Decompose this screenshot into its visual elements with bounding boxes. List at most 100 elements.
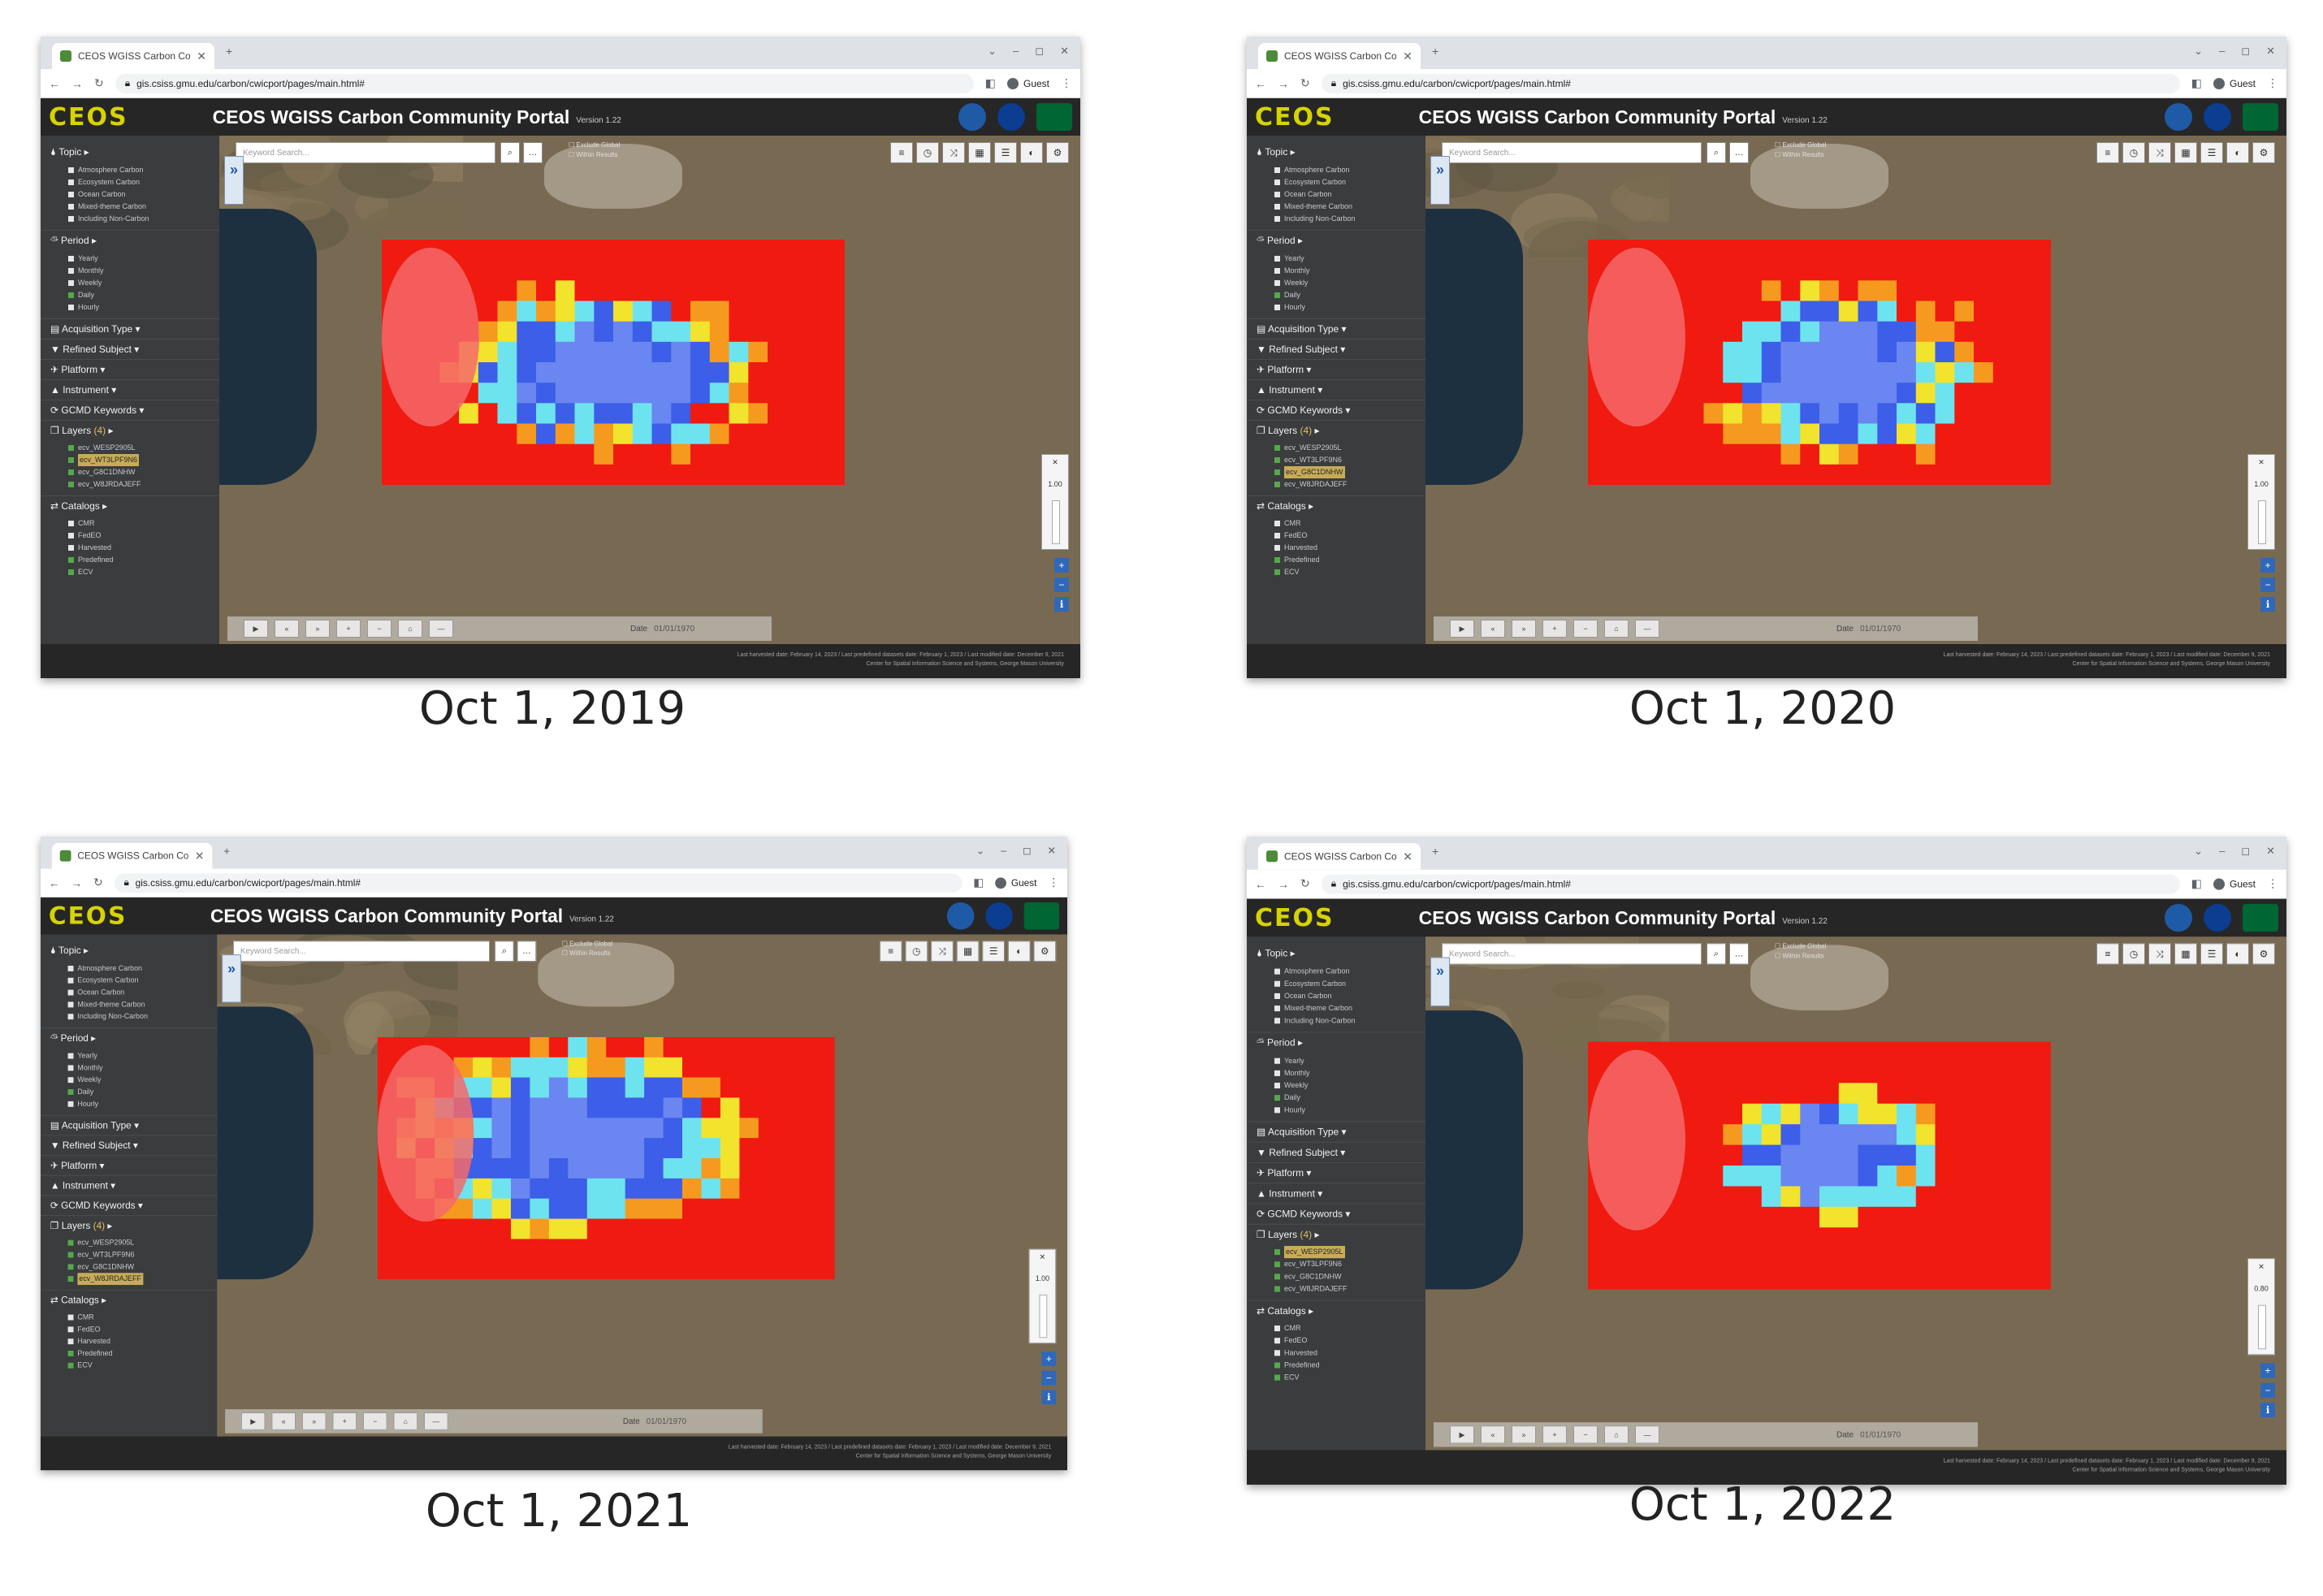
checkbox[interactable] bbox=[1274, 545, 1280, 551]
checkbox[interactable] bbox=[1274, 1006, 1280, 1012]
zoom-in-button[interactable]: + bbox=[2260, 1363, 2275, 1378]
sidebar-section-gcmd[interactable]: ⟳ GCMD Keywords ▾ bbox=[1247, 400, 1425, 420]
layers-icon[interactable]: ☰ bbox=[2200, 943, 2223, 965]
time-slider[interactable]: ▶ « » + − ⌂ — Date 01/01/1970 bbox=[1434, 1422, 1978, 1447]
checkbox[interactable] bbox=[1274, 968, 1280, 975]
checkbox[interactable] bbox=[67, 1053, 74, 1059]
home-icon[interactable]: ⌂ bbox=[1604, 620, 1629, 638]
chevron-down-icon[interactable]: ⌄ bbox=[2194, 845, 2203, 858]
opacity-slider[interactable]: ✕ 1.00 bbox=[1028, 1248, 1057, 1344]
info-button[interactable]: ℹ bbox=[1041, 1390, 1057, 1405]
list-item[interactable]: Monthly bbox=[1274, 1067, 1425, 1079]
checkbox[interactable] bbox=[1274, 1107, 1280, 1114]
more-button[interactable]: … bbox=[1729, 943, 1749, 965]
step-forward-icon[interactable]: » bbox=[301, 1412, 327, 1430]
checkbox[interactable] bbox=[68, 445, 74, 451]
list-item[interactable]: Yearly bbox=[1274, 1055, 1425, 1067]
checkbox[interactable] bbox=[68, 216, 74, 222]
list-item[interactable]: FedEO bbox=[1274, 1334, 1425, 1347]
back-icon[interactable]: ← bbox=[1255, 877, 1266, 890]
list-item[interactable]: Monthly bbox=[68, 265, 219, 277]
sidebar-section-platform[interactable]: ✈︎ Platform ▾ bbox=[1247, 1161, 1425, 1183]
checkbox[interactable] bbox=[1274, 533, 1280, 538]
sidebar-toggle-icon[interactable]: ◧ bbox=[985, 76, 996, 90]
sidebar-section-refined-subject[interactable]: ▼ Refined Subject ▾ bbox=[41, 339, 219, 359]
checkbox[interactable] bbox=[67, 1001, 74, 1008]
checkbox[interactable] bbox=[68, 179, 74, 185]
search-button[interactable]: ⌕ bbox=[494, 941, 514, 962]
list-item[interactable]: CMR bbox=[1274, 1322, 1425, 1334]
checkbox[interactable] bbox=[1274, 482, 1280, 487]
menu-icon[interactable]: ⋮ bbox=[2267, 76, 2278, 90]
noaa-logo[interactable] bbox=[958, 103, 986, 131]
sidebar-section-acquisition[interactable]: ▤ Acquisition Type ▾ bbox=[41, 318, 219, 339]
step-forward-icon[interactable]: » bbox=[1512, 620, 1536, 638]
sidebar-section-gcmd[interactable]: ⟳ GCMD Keywords ▾ bbox=[41, 1195, 218, 1215]
list-icon[interactable]: ≡ bbox=[2096, 142, 2119, 163]
opacity-slider[interactable]: ✕ 1.00 bbox=[2247, 454, 2275, 550]
checkbox[interactable] bbox=[1274, 280, 1280, 286]
checkbox[interactable] bbox=[67, 1314, 74, 1321]
list-item[interactable]: FedEO bbox=[67, 1323, 218, 1335]
sidebar-section-platform[interactable]: ✈︎ Platform ▾ bbox=[1247, 359, 1425, 379]
checkbox[interactable] bbox=[1274, 993, 1280, 999]
list-item[interactable]: Atmosphere Carbon bbox=[68, 164, 219, 176]
search-button[interactable]: ⌕ bbox=[1707, 142, 1726, 163]
sidebar-section-catalogs[interactable]: ⇄ Catalogs ▸ bbox=[41, 1289, 218, 1310]
forward-icon[interactable]: → bbox=[71, 876, 83, 889]
list-item[interactable]: Mixed-theme Carbon bbox=[68, 201, 219, 213]
list-item[interactable]: Yearly bbox=[68, 253, 219, 265]
sidebar-section-platform[interactable]: ✈︎ Platform ▾ bbox=[41, 1155, 218, 1175]
menu-icon[interactable]: ⋮ bbox=[1061, 76, 1072, 90]
sidebar-section-period[interactable]: ⛅︎ Period ▸ bbox=[1247, 230, 1425, 251]
list-item[interactable]: Hourly bbox=[67, 1098, 218, 1110]
expand-panel-button[interactable]: » bbox=[1430, 156, 1450, 205]
step-back-icon[interactable]: « bbox=[1481, 620, 1505, 638]
list-icon[interactable]: ≡ bbox=[2096, 943, 2119, 965]
checkbox[interactable] bbox=[67, 1014, 74, 1020]
list-item[interactable]: Daily bbox=[1274, 289, 1425, 301]
minimize-icon[interactable]: – bbox=[2219, 45, 2225, 58]
profile-button[interactable]: Guest bbox=[995, 876, 1036, 889]
collapse-icon[interactable]: — bbox=[429, 620, 453, 638]
menu-icon[interactable]: ⋮ bbox=[1048, 876, 1059, 889]
browser-tab[interactable]: CEOS WGISS Carbon Com ✕ bbox=[52, 43, 214, 69]
close-window-icon[interactable]: ✕ bbox=[2266, 845, 2275, 858]
within-results-checkbox[interactable]: ☐ Within Results bbox=[562, 949, 612, 958]
info-button[interactable]: ℹ bbox=[2260, 597, 2275, 612]
time-slider[interactable]: ▶ « » + − ⌂ — Date 01/01/1970 bbox=[225, 1409, 763, 1434]
chevron-down-icon[interactable]: ⌄ bbox=[2194, 45, 2203, 58]
checkbox[interactable] bbox=[1274, 256, 1280, 262]
list-item[interactable]: Mixed-theme Carbon bbox=[67, 998, 218, 1010]
gear-icon[interactable]: ⚙ bbox=[1033, 941, 1057, 962]
new-tab-button[interactable]: + bbox=[1432, 45, 1438, 58]
list-item[interactable]: Daily bbox=[68, 289, 219, 301]
checkbox[interactable] bbox=[1274, 216, 1280, 222]
checkbox[interactable] bbox=[1274, 192, 1280, 197]
sidebar-section-period[interactable]: ⛅︎ Period ▸ bbox=[1247, 1032, 1425, 1053]
checkbox[interactable] bbox=[68, 280, 74, 286]
checkbox[interactable] bbox=[67, 1350, 74, 1356]
profile-button[interactable]: Guest bbox=[1006, 77, 1049, 89]
checkbox[interactable] bbox=[67, 1264, 74, 1270]
list-item[interactable]: Monthly bbox=[1274, 265, 1425, 277]
within-results-checkbox[interactable]: ☐ Within Results bbox=[569, 150, 620, 160]
sidebar-section-period[interactable]: ⛅︎ Period ▸ bbox=[41, 230, 219, 251]
search-button[interactable]: ⌕ bbox=[500, 142, 520, 163]
sidebar-section-instrument[interactable]: ▲ Instrument ▾ bbox=[41, 379, 219, 400]
zoom-out-button[interactable]: − bbox=[2260, 1382, 2275, 1398]
checkbox[interactable] bbox=[67, 1101, 74, 1107]
list-item[interactable]: Predefined bbox=[67, 1347, 218, 1360]
noaa-logo[interactable] bbox=[2165, 903, 2192, 932]
opacity-track[interactable] bbox=[2258, 1304, 2266, 1350]
checkbox[interactable] bbox=[67, 977, 74, 984]
list-item[interactable]: Ecosystem Carbon bbox=[1274, 176, 1425, 188]
checkbox[interactable] bbox=[1274, 1070, 1280, 1076]
maximize-icon[interactable]: ◻ bbox=[1035, 45, 1044, 58]
list-item[interactable]: ECV bbox=[1274, 1372, 1425, 1384]
sidebar-section-catalogs[interactable]: ⇄ Catalogs ▸ bbox=[41, 495, 219, 516]
address-bar[interactable]: 🔒︎ gis.csiss.gmu.edu/carbon/cwicport/pag… bbox=[114, 872, 963, 893]
list-item[interactable]: Weekly bbox=[67, 1074, 218, 1086]
menu-icon[interactable]: ⋮ bbox=[2267, 876, 2278, 890]
list-item[interactable]: Including Non-Carbon bbox=[68, 213, 219, 225]
